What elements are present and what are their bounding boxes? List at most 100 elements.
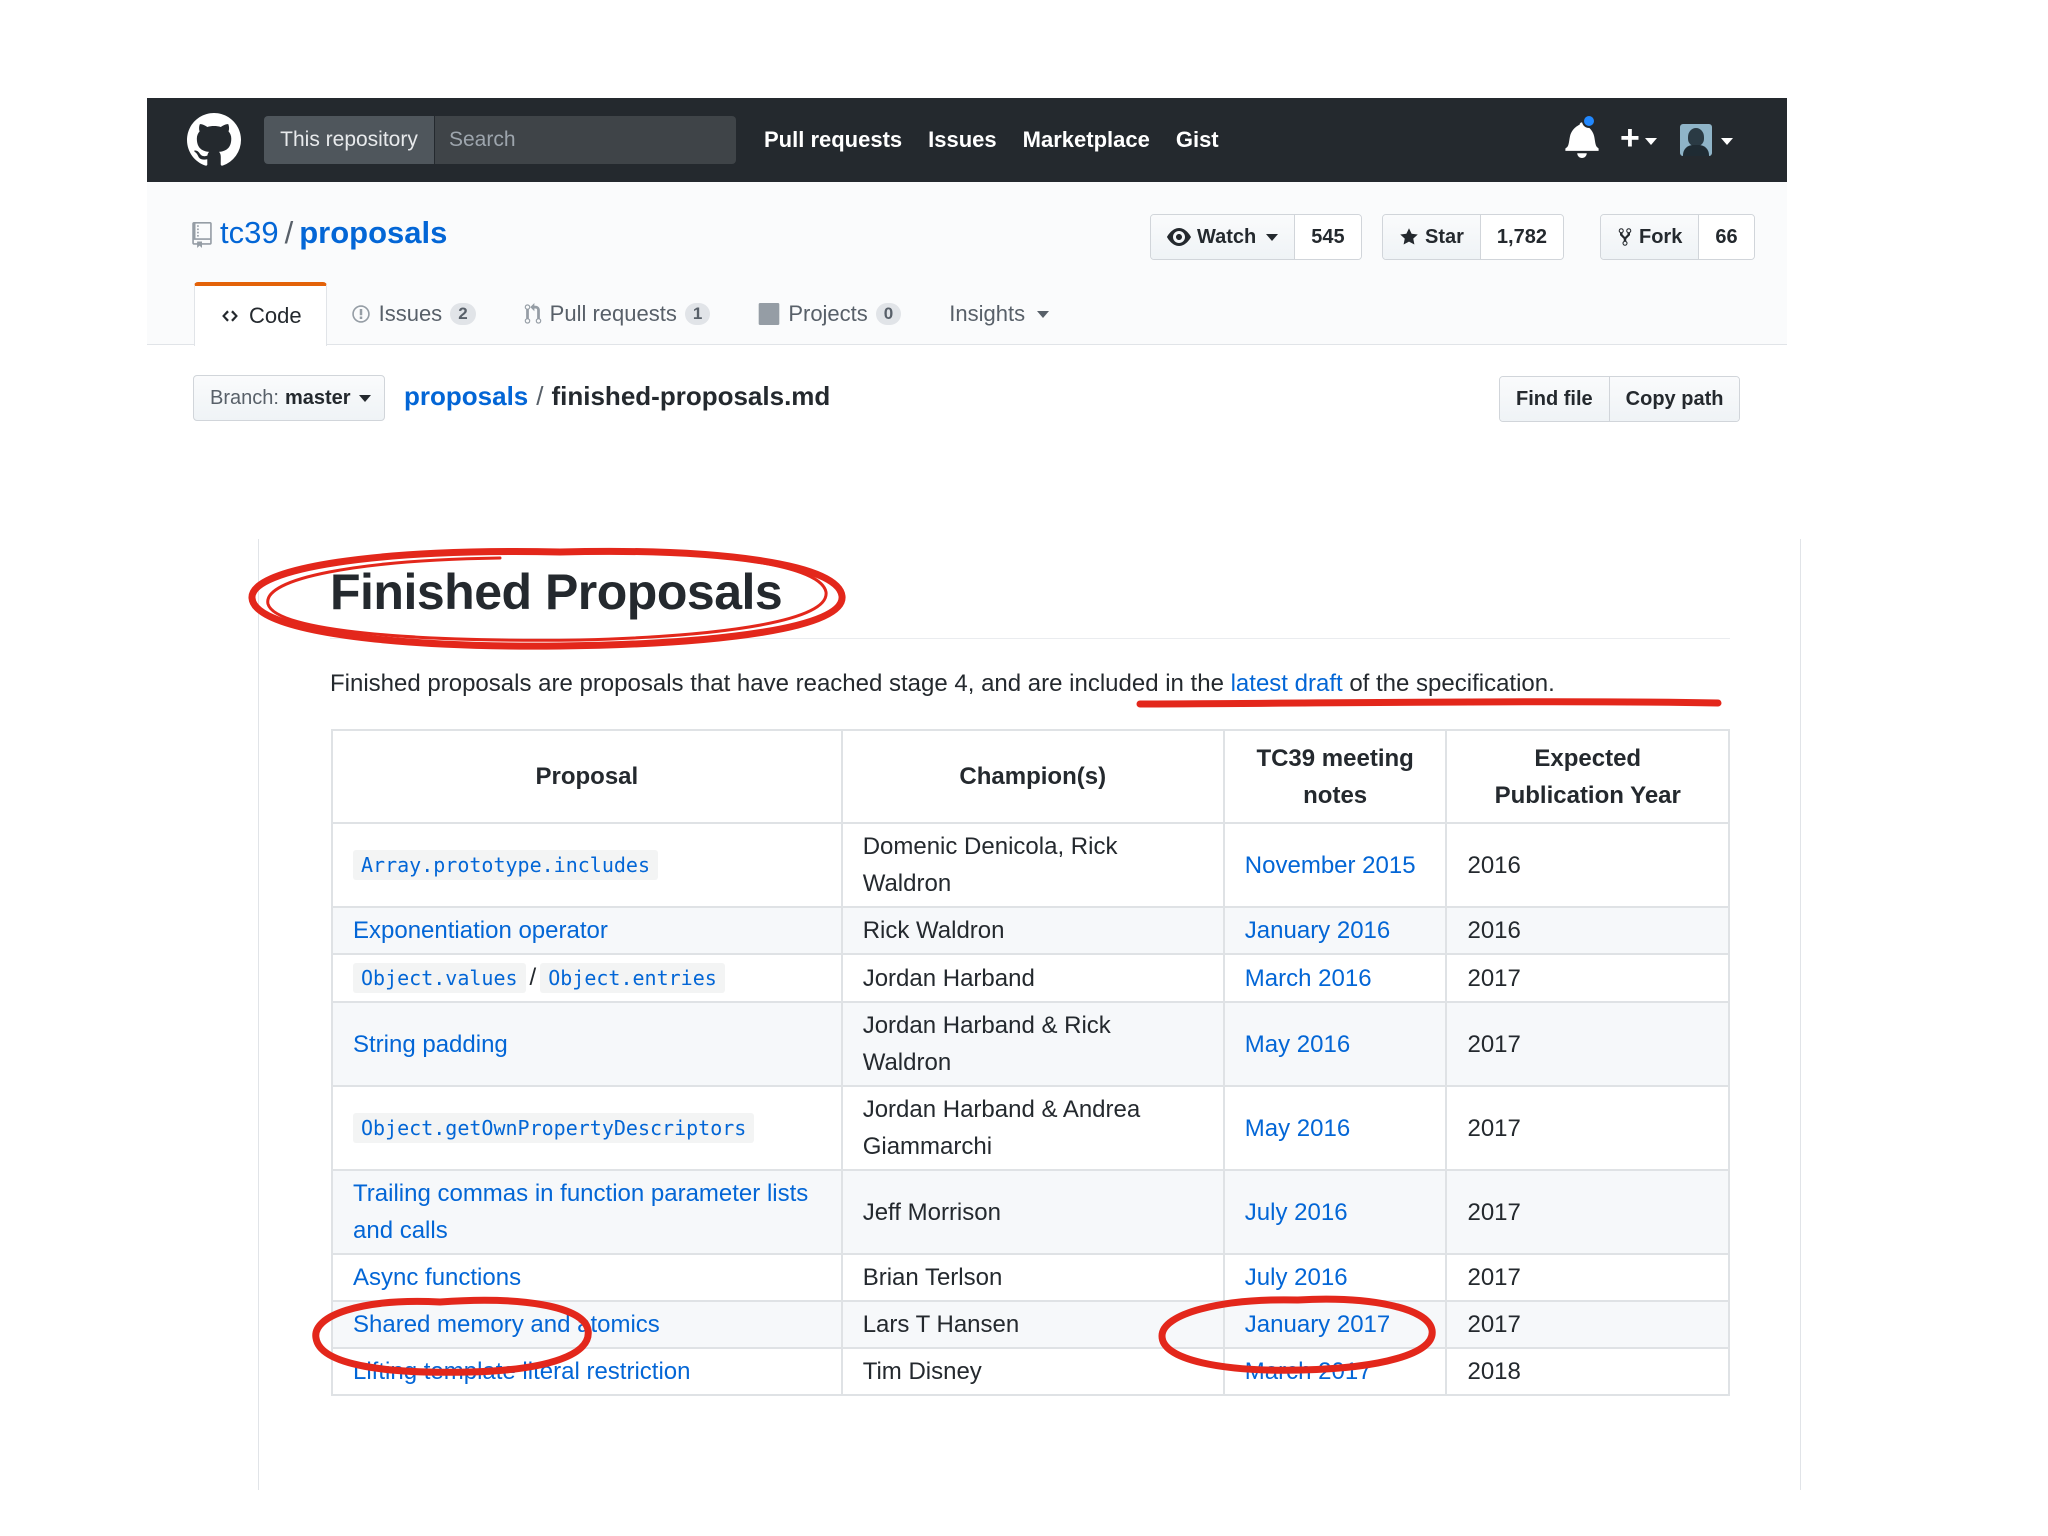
table-row: Exponentiation operator Rick Waldron Jan… bbox=[331, 906, 1730, 955]
breadcrumb-root-link[interactable]: proposals bbox=[404, 381, 528, 411]
nav-issues[interactable]: Issues bbox=[928, 127, 997, 153]
notes-link[interactable]: July 2016 bbox=[1245, 1199, 1348, 1226]
tab-issues[interactable]: Issues 2 bbox=[327, 283, 500, 345]
issue-icon bbox=[351, 305, 370, 323]
champions-cell: Lars T Hansen bbox=[840, 1300, 1225, 1349]
champions-cell: Jordan Harband bbox=[840, 953, 1225, 1003]
caret-down-icon bbox=[1266, 233, 1279, 241]
repo-name-link[interactable]: proposals bbox=[299, 215, 447, 250]
eye-icon bbox=[1167, 228, 1191, 246]
table-row: Object.values / Object.entries Jordan Harb… bbox=[331, 953, 1730, 1003]
header-nav: Pull requests Issues Marketplace Gist bbox=[764, 98, 1219, 182]
pull-request-icon bbox=[524, 303, 541, 324]
proposal-code: Object.values bbox=[353, 963, 526, 993]
year-cell: 2016 bbox=[1445, 822, 1730, 908]
plus-icon[interactable]: + bbox=[1620, 116, 1640, 160]
notes-link[interactable]: May 2016 bbox=[1245, 1031, 1350, 1058]
star-label: Star bbox=[1425, 225, 1464, 248]
column-header-meeting-notes: TC39 meeting notes bbox=[1222, 729, 1448, 824]
notes-link[interactable]: January 2016 bbox=[1245, 917, 1390, 944]
nav-gist[interactable]: Gist bbox=[1176, 127, 1219, 153]
fork-count[interactable]: 66 bbox=[1699, 215, 1754, 259]
proposal-link[interactable]: Exponentiation operator bbox=[353, 917, 608, 944]
proposal-code: Object.getOwnPropertyDescriptors bbox=[353, 1113, 755, 1143]
nav-marketplace[interactable]: Marketplace bbox=[1023, 127, 1150, 153]
underline-annotation bbox=[1136, 698, 1722, 708]
table-row: String padding Jordan Harband & Rick Wal… bbox=[331, 1001, 1730, 1087]
proposal-cell: Object.values / Object.entries bbox=[331, 953, 843, 1003]
proposal-cell: Array.prototype.includes bbox=[331, 822, 843, 908]
repo-tabs: Code Issues 2 Pull requests 1 Projects 0… bbox=[194, 282, 1073, 346]
repo-icon bbox=[192, 222, 212, 248]
notes-link[interactable]: May 2016 bbox=[1245, 1115, 1350, 1142]
intro-text-before: Finished proposals are proposals that ha… bbox=[330, 670, 1231, 697]
page-title: Finished Proposals bbox=[330, 564, 783, 620]
breadcrumb: proposals / finished-proposals.md bbox=[404, 376, 830, 416]
notes-cell: March 2016 bbox=[1222, 953, 1448, 1003]
caret-down-icon[interactable] bbox=[1645, 138, 1657, 145]
notes-link[interactable]: November 2015 bbox=[1245, 852, 1416, 879]
content-border-right bbox=[1800, 539, 1801, 1490]
star-button-group: Star 1,782 bbox=[1382, 214, 1564, 260]
proposal-link[interactable]: Trailing commas in function parameter li… bbox=[353, 1180, 808, 1244]
tab-projects-count: 0 bbox=[875, 303, 902, 325]
fork-button[interactable]: Fork bbox=[1601, 215, 1700, 259]
year-cell: 2018 bbox=[1445, 1347, 1730, 1396]
avatar[interactable] bbox=[1680, 124, 1712, 156]
search-input[interactable]: Search bbox=[435, 116, 736, 164]
content-border-left bbox=[258, 539, 259, 1490]
proposal-link[interactable]: Object.values / Object.entries bbox=[353, 963, 725, 993]
champions-cell: Rick Waldron bbox=[840, 906, 1225, 955]
proposal-link[interactable]: Async functions bbox=[353, 1264, 521, 1291]
breadcrumb-separator: / bbox=[536, 381, 544, 411]
proposal-cell: Object.getOwnPropertyDescriptors bbox=[331, 1085, 843, 1171]
repo-owner-link[interactable]: tc39 bbox=[220, 215, 279, 250]
branch-prefix: Branch: bbox=[210, 386, 279, 409]
tab-insights-label: Insights bbox=[949, 301, 1026, 326]
repo-title-separator: / bbox=[284, 215, 294, 250]
champions-cell: Jordan Harband & Andrea Giammarchi bbox=[840, 1085, 1225, 1171]
notes-link[interactable]: March 2016 bbox=[1245, 965, 1372, 992]
notes-link[interactable]: March 2017 bbox=[1245, 1358, 1372, 1385]
file-actions: Find file Copy path bbox=[1499, 376, 1741, 422]
watch-button[interactable]: Watch bbox=[1151, 215, 1296, 259]
nav-pull-requests[interactable]: Pull requests bbox=[764, 127, 902, 153]
star-count[interactable]: 1,782 bbox=[1480, 215, 1563, 259]
watch-label: Watch bbox=[1197, 225, 1257, 248]
proposal-link[interactable]: Object.getOwnPropertyDescriptors bbox=[353, 1113, 755, 1143]
table-row: Trailing commas in function parameter li… bbox=[331, 1169, 1730, 1255]
tab-pull-requests[interactable]: Pull requests 1 bbox=[500, 283, 735, 345]
star-button[interactable]: Star bbox=[1383, 215, 1481, 259]
proposal-link[interactable]: String padding bbox=[353, 1031, 508, 1058]
latest-draft-link[interactable]: latest draft bbox=[1231, 670, 1343, 697]
watch-count[interactable]: 545 bbox=[1295, 215, 1361, 259]
tab-code-label: Code bbox=[249, 303, 302, 328]
tab-projects[interactable]: Projects 0 bbox=[734, 283, 925, 345]
branch-name: master bbox=[284, 386, 351, 409]
notes-cell: July 2016 bbox=[1222, 1253, 1448, 1302]
tab-insights[interactable]: Insights bbox=[925, 283, 1073, 345]
notes-link[interactable]: July 2016 bbox=[1245, 1264, 1348, 1291]
table-row: Shared memory and atomics Lars T Hansen … bbox=[331, 1300, 1730, 1349]
year-cell: 2017 bbox=[1445, 1085, 1730, 1171]
tab-pull-requests-label: Pull requests bbox=[549, 301, 677, 326]
champions-cell: Brian Terlson bbox=[840, 1253, 1225, 1302]
champions-cell: Domenic Denicola, Rick Waldron bbox=[840, 822, 1225, 908]
year-cell: 2016 bbox=[1445, 906, 1730, 955]
proposal-link[interactable]: Lifting template literal restriction bbox=[353, 1358, 690, 1385]
github-logo-icon[interactable] bbox=[187, 113, 241, 167]
tab-code[interactable]: Code bbox=[194, 282, 327, 346]
search-scope-label[interactable]: This repository bbox=[264, 116, 435, 164]
find-file-button[interactable]: Find file bbox=[1500, 377, 1610, 421]
global-header: This repository Search Pull requests Iss… bbox=[147, 98, 1787, 182]
fork-button-group: Fork 66 bbox=[1600, 214, 1755, 260]
proposal-link[interactable]: Array.prototype.includes bbox=[353, 850, 658, 880]
proposal-link[interactable]: Shared memory and atomics bbox=[353, 1311, 660, 1338]
notes-cell: July 2016 bbox=[1222, 1169, 1448, 1255]
tab-issues-label: Issues bbox=[378, 301, 443, 326]
notes-link[interactable]: January 2017 bbox=[1245, 1311, 1390, 1338]
notes-cell: May 2016 bbox=[1222, 1085, 1448, 1171]
branch-selector[interactable]: Branch: master bbox=[193, 375, 385, 421]
copy-path-button[interactable]: Copy path bbox=[1609, 377, 1740, 421]
caret-down-icon[interactable] bbox=[1721, 138, 1733, 145]
